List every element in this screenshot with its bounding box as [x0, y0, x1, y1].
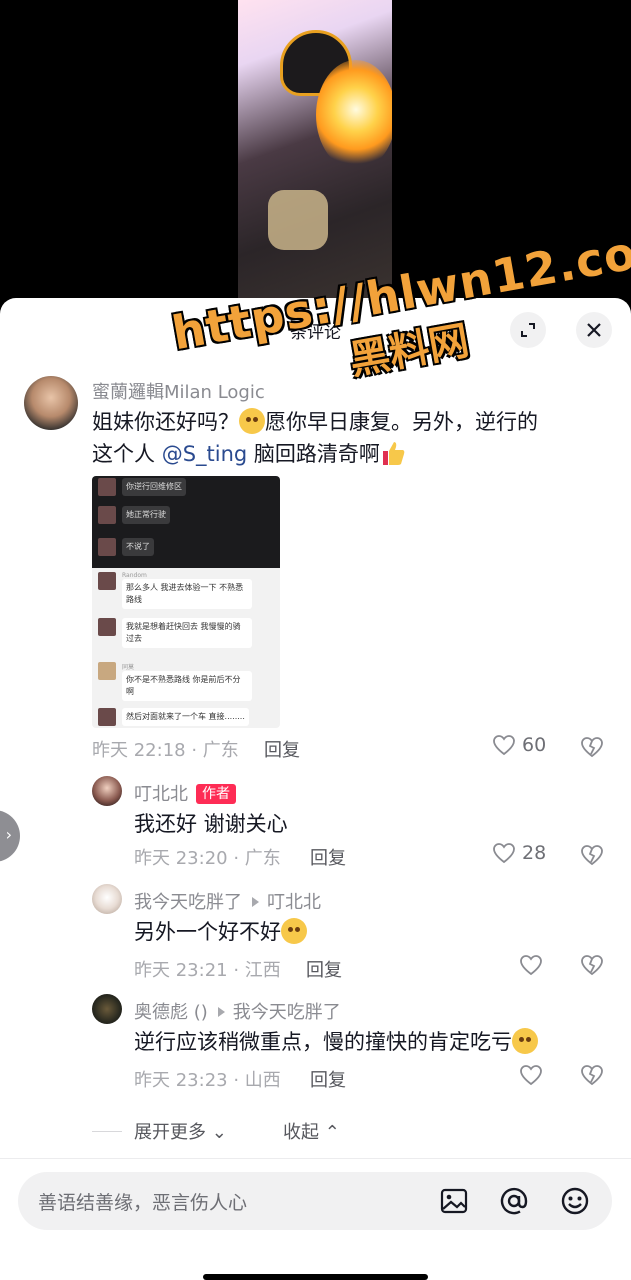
avatar[interactable] — [92, 994, 122, 1024]
pleading-face-emoji-icon — [239, 408, 265, 434]
chat-bubble: 然后对面就来了一个车 直接........ — [122, 708, 249, 726]
comment-text: 姐妹你还好吗？ 愿你早日康复。另外，逆行的 这个人 @S_ting 脑回路清奇啊 — [92, 406, 612, 470]
chat-user-label: 同莫 — [122, 664, 135, 671]
reply-time-location: 昨天 23:20 · 广东 — [134, 848, 281, 869]
reply-time-location: 昨天 23:21 · 江西 — [134, 960, 281, 981]
chat-avatar — [98, 662, 116, 680]
expand-button[interactable] — [510, 312, 546, 348]
comment-text-part: 这个人 — [92, 442, 162, 466]
heart-icon — [493, 843, 515, 864]
reply-time-location: 昨天 23:23 · 山西 — [134, 1070, 281, 1091]
reply-author-name[interactable]: 叮北北 作者 — [134, 780, 236, 806]
sheet-header: 条评论 — [0, 298, 631, 362]
expand-more-label: 展开更多 — [134, 1122, 206, 1143]
reply-button[interactable]: 回复 — [310, 844, 346, 870]
mention-link[interactable]: @S_ting — [162, 442, 248, 466]
collapse-button[interactable]: 收起 ⌃ — [283, 1118, 340, 1144]
comment-image[interactable]: 你逆行回维修区 她正常行驶 不说了 Random 那么多人 我进去体验一下 不熟悉… — [92, 476, 280, 728]
at-mention-icon[interactable] — [498, 1185, 530, 1217]
home-indicator[interactable] — [203, 1274, 428, 1280]
reply-button[interactable]: 回复 — [264, 736, 300, 762]
dislike-icon[interactable] — [580, 1064, 604, 1086]
reply-author-label: 叮北北 — [134, 784, 188, 805]
image-icon[interactable] — [438, 1185, 470, 1217]
reply-text-part: 另外一个好不好 — [134, 920, 281, 944]
fire-image — [316, 60, 392, 170]
avatar[interactable] — [24, 376, 78, 430]
avatar[interactable] — [92, 884, 122, 914]
chat-avatar — [98, 538, 116, 556]
reply-arrow-icon — [217, 1007, 225, 1017]
chevron-right-icon: › — [5, 825, 12, 844]
dislike-icon[interactable] — [580, 954, 604, 976]
reply-to-name[interactable]: 叮北北 — [267, 892, 321, 913]
close-icon — [587, 323, 601, 337]
reply-text-part: 逆行应该稍微重点，慢的撞快的肯定吃亏 — [134, 1030, 512, 1054]
reply-button[interactable]: 回复 — [306, 956, 342, 982]
expand-row: 展开更多 ⌄ 收起 ⌃ — [0, 1118, 631, 1148]
comment-text-part: 愿你早日康复。另外，逆行的 — [265, 410, 538, 434]
dislike-icon[interactable] — [580, 736, 604, 758]
heart-icon[interactable] — [519, 1064, 543, 1086]
reply-arrow-icon — [252, 897, 259, 907]
reply-text: 另外一个好不好 — [134, 916, 307, 948]
collapse-label: 收起 — [283, 1122, 319, 1143]
comment-time-location: 昨天 22:18 · 广东 — [92, 740, 239, 761]
chat-avatar — [98, 708, 116, 726]
reply-author-name[interactable]: 我今天吃胖了 叮北北 — [134, 888, 321, 914]
glove-image — [268, 190, 328, 250]
like-button[interactable]: 28 — [492, 842, 546, 864]
like-button[interactable]: 60 — [492, 734, 546, 756]
author-badge: 作者 — [196, 784, 236, 804]
chat-bubble: 那么多人 我进去体验一下 不熟悉路线 — [122, 579, 252, 609]
close-button[interactable] — [576, 312, 612, 348]
comment-text-part: 脑回路清奇啊 — [247, 442, 380, 466]
comment-input[interactable]: 善语结善缘，恶言伤人心 — [18, 1172, 612, 1230]
avatar[interactable] — [92, 776, 122, 806]
reply-author-label: 我今天吃胖了 — [134, 892, 242, 913]
comment-author-name[interactable]: 蜜蘭邏輯Milan Logic — [92, 378, 265, 404]
divider-line — [92, 1131, 122, 1132]
video-frame — [238, 0, 392, 310]
chat-avatar — [98, 506, 116, 524]
dislike-icon[interactable] — [580, 844, 604, 866]
like-count: 28 — [522, 842, 547, 864]
thumbs-up-emoji-icon — [382, 442, 405, 465]
chat-avatar — [98, 478, 116, 496]
emoji-icon[interactable] — [559, 1185, 591, 1217]
pleading-face-emoji-icon — [281, 918, 307, 944]
like-count: 60 — [522, 734, 547, 756]
reply-text: 逆行应该稍微重点，慢的撞快的肯定吃亏 — [134, 1026, 538, 1058]
video-player[interactable] — [0, 0, 631, 310]
reply-text: 我还好 谢谢关心 — [134, 812, 288, 836]
chat-user-label: Random — [122, 572, 147, 579]
chat-bubble: 她正常行驶 — [122, 506, 170, 524]
reply-button[interactable]: 回复 — [310, 1066, 346, 1092]
comment-text-part: 姐妹你还好吗？ — [92, 410, 239, 434]
chevron-down-icon: ⌄ — [211, 1122, 227, 1143]
chat-screenshot-dark: 你逆行回维修区 她正常行驶 不说了 — [92, 476, 280, 568]
heart-icon — [493, 735, 515, 756]
chat-bubble: 你逆行回维修区 — [122, 478, 186, 496]
rolling-laughing-emoji-icon — [512, 1028, 538, 1054]
reply-author-label: 奥德彪 () — [134, 1002, 208, 1023]
expand-icon — [521, 323, 535, 337]
expand-more-button[interactable]: 展开更多 ⌄ — [134, 1118, 227, 1144]
input-divider — [0, 1158, 631, 1159]
reply-author-name[interactable]: 奥德彪 () 我今天吃胖了 — [134, 998, 341, 1024]
chevron-up-icon: ⌃ — [324, 1122, 340, 1143]
comment-sheet: 条评论 蜜蘭邏輯Milan Logic 姐妹你还好吗？ 愿你早日康复。另外，逆行的… — [0, 298, 631, 1280]
reply-to-name[interactable]: 我今天吃胖了 — [233, 1002, 341, 1023]
chat-avatar — [98, 618, 116, 636]
chat-bubble: 你不是不熟悉路线 你是前后不分啊 — [122, 671, 252, 701]
chat-avatar — [98, 572, 116, 590]
comment-input-placeholder: 善语结善缘，恶言伤人心 — [38, 1192, 248, 1214]
heart-icon[interactable] — [519, 954, 543, 976]
chat-bubble: 我就是想着赶快回去 我慢慢的骑过去 — [122, 618, 252, 648]
chat-bubble: 不说了 — [122, 538, 154, 556]
